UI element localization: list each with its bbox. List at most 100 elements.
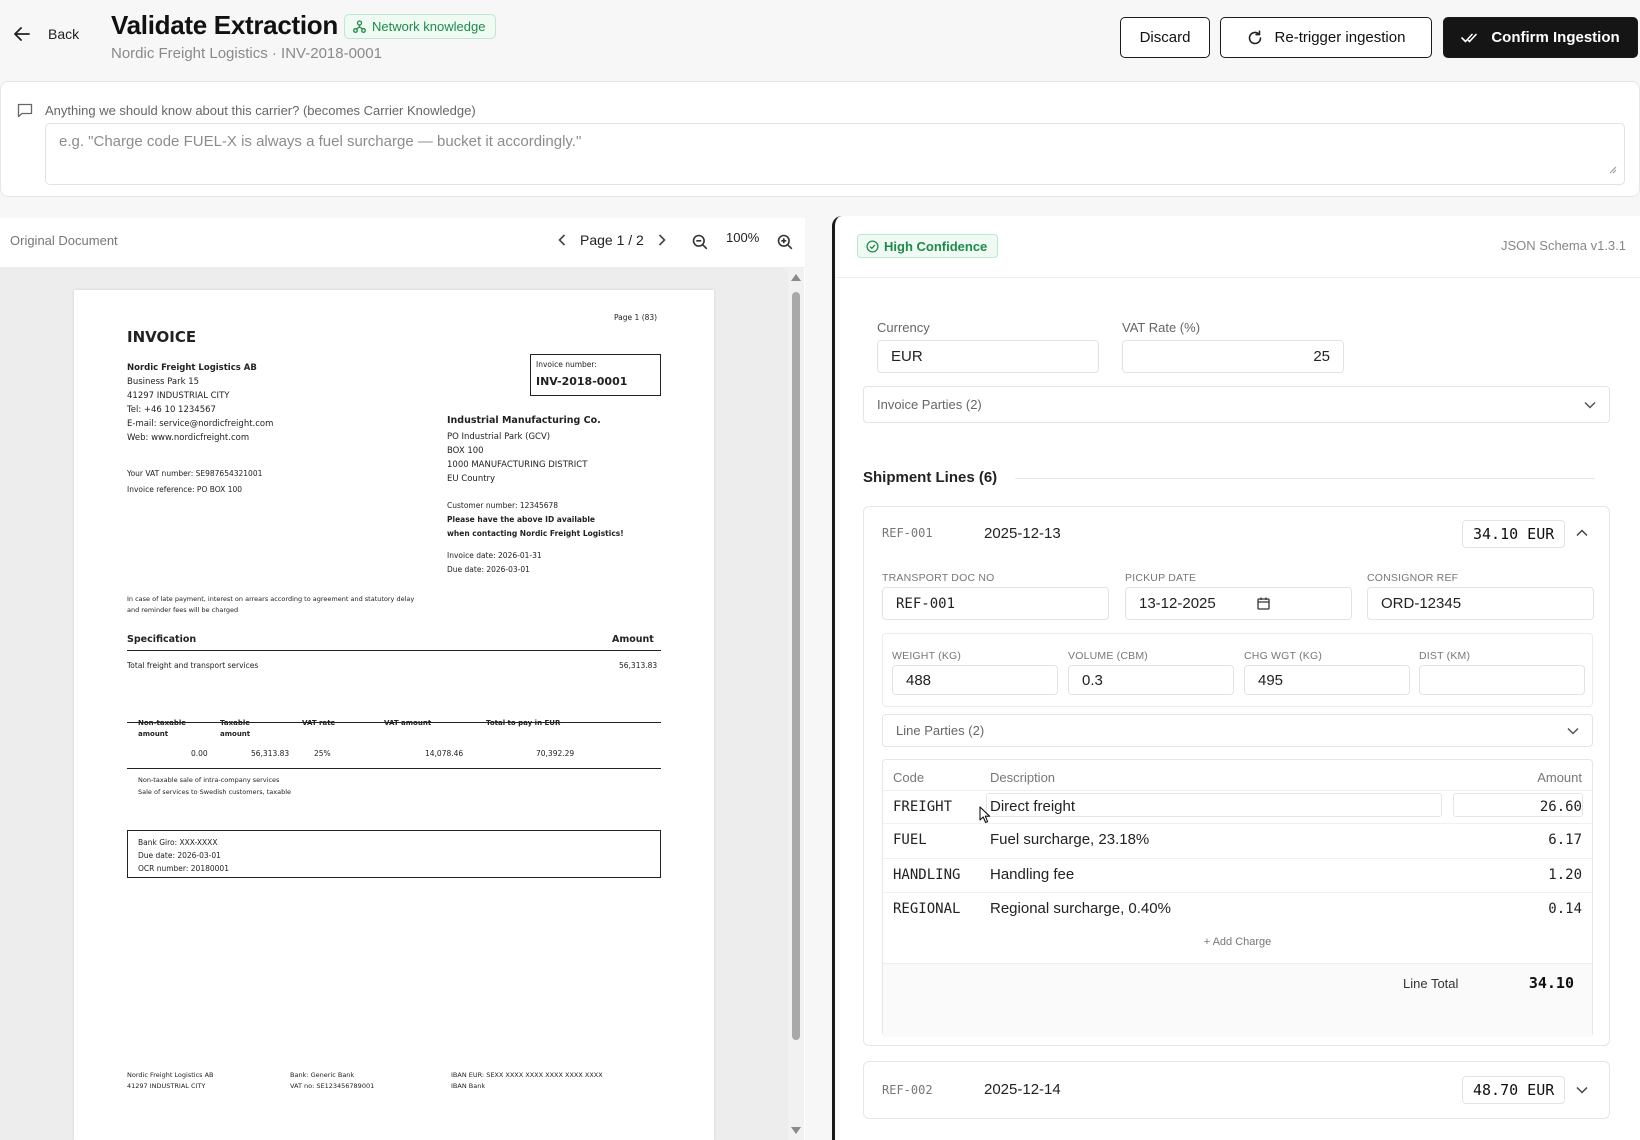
recipient-line: PO Industrial Park (GCV)	[447, 432, 551, 442]
confidence-label: High Confidence	[884, 238, 988, 254]
recipient-line: BOX 100	[447, 446, 484, 456]
currency-field[interactable]: EUR	[877, 340, 1099, 373]
charge-code[interactable]: REGIONAL	[893, 901, 960, 917]
code-column-header: Code	[893, 770, 925, 785]
consignor-ref-value: ORD-12345	[1381, 595, 1462, 612]
charge-amount[interactable]: 6.17	[1548, 832, 1582, 848]
invoice-date: Invoice date: 2026-01-31	[447, 551, 542, 560]
consignor-ref-label: CONSIGNOR REF	[1367, 572, 1459, 584]
ocr-number: OCR number: 20180001	[138, 864, 229, 873]
invoice-parties-toggle[interactable]: Invoice Parties (2)	[863, 386, 1610, 423]
vat-table-header: Taxable amount	[220, 719, 251, 739]
discard-label: Discard	[1139, 29, 1191, 46]
distance-field[interactable]	[1419, 665, 1585, 695]
footer-text: 41297 INDUSTRIAL CITY	[127, 1082, 206, 1090]
scrollbar-thumb[interactable]	[792, 292, 800, 1040]
footer-text: Bank: Generic Bank	[290, 1071, 355, 1079]
charge-code[interactable]: HANDLING	[893, 867, 960, 883]
mouse-cursor-icon	[979, 806, 991, 824]
line-parties-toggle[interactable]: Line Parties (2)	[882, 714, 1593, 747]
chargeable-weight-field[interactable]: 495	[1244, 665, 1410, 695]
transport-doc-value: REF-001	[896, 595, 956, 612]
page-subtitle: Nordic Freight Logistics · INV-2018-0001	[111, 45, 382, 62]
original-document-label: Original Document	[10, 233, 118, 248]
description-column-header: Description	[990, 770, 1056, 785]
notice-line: Please have the above ID available	[447, 515, 596, 524]
confirm-ingestion-button[interactable]: Confirm Ingestion	[1443, 17, 1638, 58]
volume-value: 0.3	[1082, 671, 1103, 689]
currency-label: Currency	[877, 320, 930, 335]
shipment-line-card[interactable]: REF-002 2025-12-14 48.70 EUR	[863, 1061, 1610, 1119]
charge-code[interactable]: FREIGHT	[893, 799, 952, 815]
weight-field[interactable]: 488	[892, 665, 1058, 695]
vat-table-header: Non-taxable amount	[138, 719, 187, 739]
vat-table-value: 70,392.29	[536, 749, 575, 758]
invoice-reference: Invoice reference: PO BOX 100	[127, 485, 243, 494]
check-circle-icon	[866, 239, 879, 253]
charge-amount[interactable]: 1.20	[1548, 867, 1582, 883]
divider	[127, 768, 661, 769]
document-viewport[interactable]: INVOICE Page 1 (83) Nordic Freight Logis…	[0, 268, 790, 1140]
vat-rate-value: 25	[1313, 348, 1330, 365]
shipment-lines-title: Shipment Lines (6)	[863, 469, 998, 486]
scroll-up-arrow-icon[interactable]	[791, 274, 801, 281]
arrow-left-icon	[14, 27, 30, 41]
charge-amount[interactable]: 0.14	[1548, 901, 1582, 917]
divider	[1015, 478, 1595, 479]
back-label: Back	[48, 26, 80, 42]
line-date: 2025-12-14	[984, 1081, 1061, 1098]
network-icon	[353, 20, 366, 33]
volume-label: VOLUME (CBM)	[1068, 650, 1148, 662]
scroll-down-arrow-icon[interactable]	[791, 1127, 801, 1134]
chevron-up-icon[interactable]	[1576, 529, 1588, 537]
distance-label: DIST (KM)	[1419, 650, 1471, 662]
line-total-value: 34.10	[1528, 974, 1574, 992]
invoice-heading: INVOICE	[127, 328, 197, 346]
chevron-down-icon[interactable]	[1576, 1086, 1588, 1094]
carrier-knowledge-input[interactable]	[45, 123, 1625, 185]
vat-number: Your VAT number: SE987654321001	[127, 469, 263, 478]
double-check-icon	[1461, 33, 1478, 42]
add-charge-button[interactable]: + Add Charge	[883, 936, 1592, 948]
zoom-in-icon[interactable]	[777, 234, 793, 250]
document-scrollbar[interactable]	[788, 268, 804, 1140]
charge-description[interactable]: Regional surcharge, 0.40%	[990, 900, 1171, 917]
consignor-ref-field[interactable]: ORD-12345	[1367, 587, 1594, 620]
line-amount: 34.10 EUR	[1462, 520, 1566, 548]
vat-table-header: Total to pay in EUR	[486, 719, 561, 727]
transport-doc-field[interactable]: REF-001	[882, 587, 1109, 620]
vat-note: Non-taxable sale of intra-company servic…	[138, 776, 280, 784]
zoom-out-icon[interactable]	[692, 234, 708, 250]
resize-grip-icon[interactable]	[1608, 165, 1617, 174]
sender-line: Business Park 15	[127, 377, 200, 387]
chevron-right-icon[interactable]	[658, 234, 666, 246]
specification-amount: 56,313.83	[619, 661, 658, 670]
charge-description[interactable]: Handling fee	[990, 866, 1074, 883]
charge-description: Direct freight	[990, 798, 1076, 815]
late-payment-note: and reminder fees will be charged	[127, 606, 239, 614]
back-button[interactable]: Back	[14, 26, 79, 42]
retrigger-ingestion-button[interactable]: Re-trigger ingestion	[1220, 17, 1432, 58]
chevron-left-icon[interactable]	[558, 234, 566, 246]
charge-code[interactable]: FUEL	[893, 832, 927, 848]
footer-text: Nordic Freight Logistics AB	[127, 1071, 214, 1079]
message-square-icon	[17, 103, 33, 118]
footer-text: IBAN Bank	[451, 1082, 486, 1090]
due-date: Due date: 2026-03-01	[447, 565, 530, 574]
vat-rate-field[interactable]: 25	[1122, 340, 1344, 373]
confirm-label: Confirm Ingestion	[1491, 29, 1620, 46]
bank-giro: Bank Giro: XXX-XXXX	[138, 838, 218, 847]
volume-field[interactable]: 0.3	[1068, 665, 1234, 695]
recipient-name: Industrial Manufacturing Co.	[447, 415, 601, 426]
sender-line: E-mail: service@nordicfreight.com	[127, 419, 274, 429]
transport-doc-label: TRANSPORT DOC NO	[882, 572, 995, 584]
notice-line: when contacting Nordic Freight Logistics…	[447, 529, 624, 538]
discard-button[interactable]: Discard	[1120, 17, 1210, 58]
charge-row: REGIONAL Regional surcharge, 0.40% 0.14	[883, 892, 1592, 927]
chargeable-weight-label: CHG WGT (KG)	[1244, 650, 1323, 662]
original-document-pane: Original Document Page 1 / 2 100% INVOIC…	[0, 218, 805, 1140]
calendar-icon[interactable]	[1257, 597, 1270, 610]
charge-description[interactable]: Fuel surcharge, 23.18%	[990, 831, 1149, 848]
pickup-date-field[interactable]: 13-12-2025	[1125, 587, 1352, 620]
vat-table-value: 56,313.83	[251, 749, 290, 758]
